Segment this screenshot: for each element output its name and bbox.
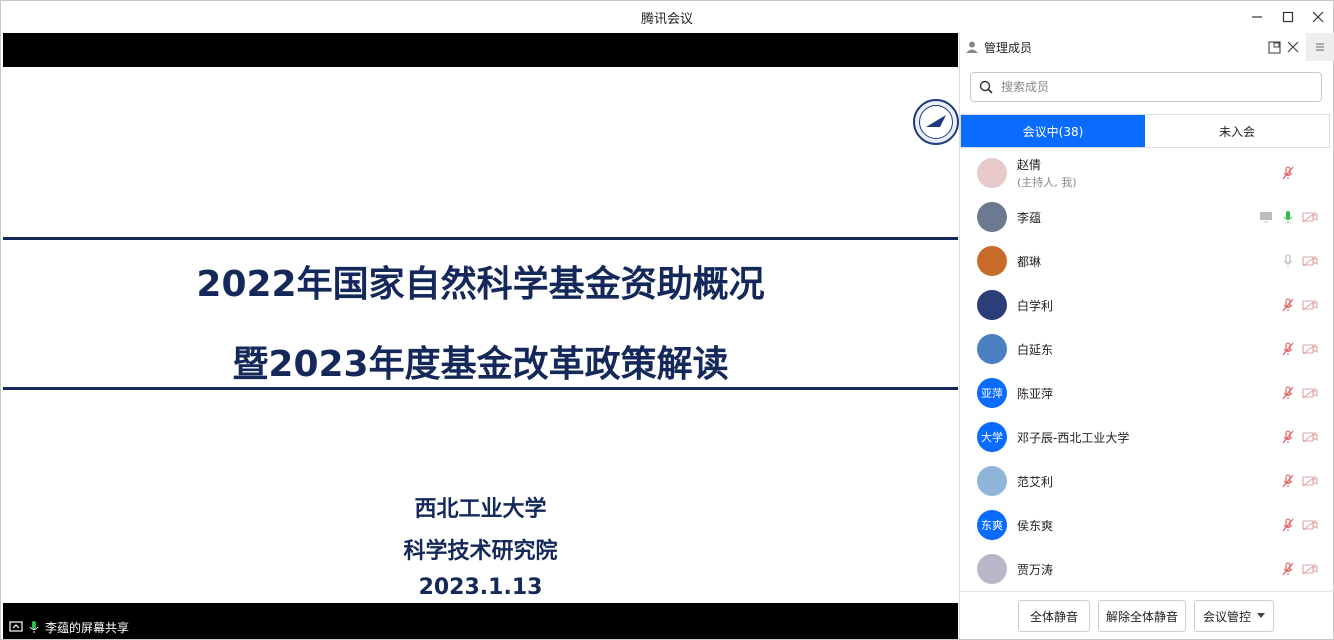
avatar [977, 246, 1007, 276]
meeting-control-button[interactable]: 会议管控 [1194, 600, 1274, 632]
close-button[interactable] [1304, 5, 1332, 29]
camera-off-icon[interactable] [1302, 429, 1318, 445]
minimize-icon [1252, 16, 1262, 18]
member-row[interactable]: 都琳 [960, 239, 1334, 283]
mic-muted-icon[interactable] [1280, 561, 1296, 577]
camera-off-icon[interactable] [1302, 341, 1318, 357]
member-search[interactable] [970, 72, 1322, 102]
mute-all-button[interactable]: 全体静音 [1018, 600, 1090, 632]
slide-title-line1: 2022年国家自然科学基金资助概况 [196, 264, 765, 305]
slide-title-line2: 暨2023年度基金改革政策解读 [232, 344, 729, 385]
avatar [977, 334, 1007, 364]
member-name: 侯东爽 [1017, 519, 1054, 533]
avatar: 大学 [977, 422, 1007, 452]
screen-share-icon [1258, 209, 1274, 225]
unmute-all-button[interactable]: 解除全体静音 [1098, 600, 1186, 632]
camera-off-icon[interactable] [1302, 473, 1318, 489]
close-icon [1287, 41, 1299, 53]
slide-org-1: 西北工业大学 [414, 497, 547, 522]
avatar: 东爽 [977, 510, 1007, 540]
title-bar: 腾讯会议 [1, 1, 1333, 33]
member-row[interactable]: 范艾利 [960, 459, 1334, 503]
meeting-control-label: 会议管控 [1202, 609, 1251, 624]
avatar [977, 554, 1007, 584]
member-panel: 管理成员 会议中(38) 未入会 赵倩 (主持人, 我) 李蕴都琳白学利白延东亚萍陈… [959, 33, 1334, 639]
popout-icon [1267, 40, 1281, 54]
tab-in-meeting[interactable]: 会议中(38) [961, 115, 1145, 147]
member-name: 陈亚萍 [1017, 387, 1054, 401]
mic-active-icon [29, 621, 39, 633]
member-name: 范艾利 [1017, 475, 1054, 489]
user-icon [966, 41, 978, 53]
camera-off-icon[interactable] [1302, 561, 1318, 577]
member-row[interactable]: 白学利 [960, 283, 1334, 327]
chevron-down-icon [1257, 613, 1265, 618]
member-name: 贾万涛 [1017, 563, 1054, 577]
panel-title: 管理成员 [984, 41, 1033, 55]
member-name: 邓子辰-西北工业大学 [1017, 431, 1130, 445]
mic-muted-icon[interactable] [1280, 473, 1296, 489]
avatar [977, 158, 1007, 188]
camera-off-icon[interactable] [1302, 253, 1318, 269]
share-status-bar: 李蕴的屏幕共享 [3, 615, 136, 639]
camera-off-icon[interactable] [1302, 297, 1318, 313]
search-input[interactable] [1001, 74, 1301, 100]
university-logo-mark [919, 105, 953, 139]
member-list: 赵倩 (主持人, 我) 李蕴 都琳 白学利 白延东 亚萍 陈亚萍 大学 邓子辰-西北工业大学 范艾利… [960, 151, 1334, 591]
member-name: 白延东 [1017, 343, 1054, 357]
panel-menu-button[interactable] [1306, 33, 1334, 61]
avatar [977, 290, 1007, 320]
member-name: 赵倩 [1017, 158, 1042, 172]
slide-divider-bottom [3, 387, 958, 390]
slide-org-2: 科学技术研究院 [403, 539, 558, 564]
camera-off-icon[interactable] [1302, 209, 1318, 225]
maximize-button[interactable] [1274, 5, 1302, 29]
share-status-label: 李蕴的屏幕共享 [45, 620, 130, 635]
avatar [977, 202, 1007, 232]
maximize-icon [1282, 11, 1294, 23]
member-row[interactable]: 亚萍 陈亚萍 [960, 371, 1334, 415]
tab-not-joined[interactable]: 未入会 [1145, 115, 1329, 147]
window-title: 腾讯会议 [640, 12, 693, 27]
menu-icon [1316, 43, 1324, 51]
member-row[interactable]: 贾万涛 [960, 547, 1334, 591]
member-name: 李蕴 [1017, 211, 1042, 225]
camera-off-icon[interactable] [1302, 517, 1318, 533]
screen-share-icon [9, 621, 23, 632]
university-logo [913, 99, 959, 145]
member-row[interactable]: 李蕴 [960, 195, 1334, 239]
member-row[interactable]: 大学 邓子辰-西北工业大学 [960, 415, 1334, 459]
mic-muted-icon[interactable] [1280, 517, 1296, 533]
minimize-button[interactable] [1243, 5, 1271, 29]
mic-muted-icon[interactable] [1280, 385, 1296, 401]
mic-icon[interactable] [1280, 253, 1296, 269]
avatar [977, 466, 1007, 496]
close-icon [1312, 11, 1324, 23]
member-row[interactable]: 东爽 侯东爽 [960, 503, 1334, 547]
member-row[interactable]: 赵倩 (主持人, 我) [960, 151, 1334, 195]
search-icon [971, 80, 1001, 94]
panel-header: 管理成员 [960, 33, 1334, 61]
presentation-slide: 2022年国家自然科学基金资助概况 暨2023年度基金改革政策解读 西北工业大学… [3, 67, 959, 603]
avatar: 亚萍 [977, 378, 1007, 408]
mic-muted-icon[interactable] [1280, 429, 1296, 445]
member-row[interactable]: 白延东 [960, 327, 1334, 371]
camera-off-icon[interactable] [1302, 385, 1318, 401]
member-tabs: 会议中(38) 未入会 [960, 114, 1330, 148]
mic-muted-icon[interactable] [1280, 297, 1296, 313]
mic-icon[interactable] [1280, 209, 1296, 225]
member-name: 白学利 [1017, 299, 1054, 313]
shared-screen[interactable]: 2022年国家自然科学基金资助概况 暨2023年度基金改革政策解读 西北工业大学… [3, 33, 959, 639]
slide-date: 2023.1.13 [418, 575, 543, 600]
popout-button[interactable] [1266, 39, 1282, 55]
app-window: 腾讯会议 2022年国家自然科学基金资助概况 暨2023年度基金改革政策解读 西… [0, 0, 1334, 640]
panel-footer: 全体静音 解除全体静音 会议管控 [960, 591, 1334, 639]
member-role: (主持人, 我) [1017, 176, 1077, 189]
slide-divider-top [3, 237, 958, 240]
panel-close-button[interactable] [1285, 39, 1301, 55]
mic-muted-icon[interactable] [1280, 165, 1296, 181]
member-name: 都琳 [1017, 255, 1042, 269]
mic-muted-icon[interactable] [1280, 341, 1296, 357]
